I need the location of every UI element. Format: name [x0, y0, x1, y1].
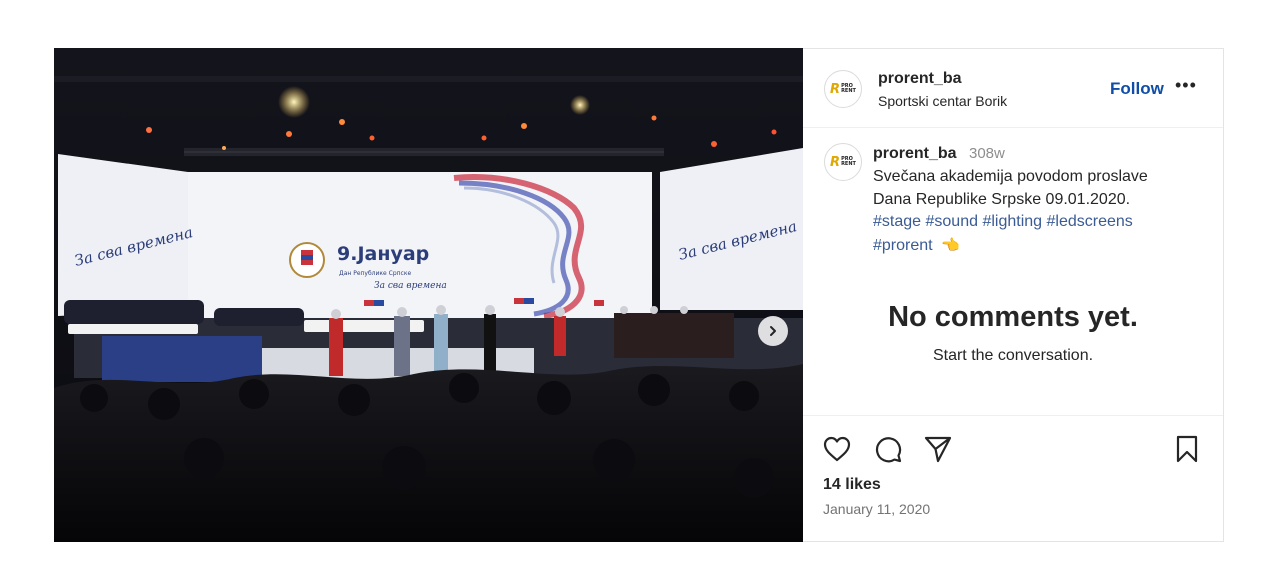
caption-text-line2: Dana Republike Srpske 09.01.2020. — [873, 191, 1131, 208]
post-date[interactable]: January 11, 2020 — [823, 501, 930, 517]
stage-subtitle-text: Дан Републике Српске — [339, 270, 411, 277]
hashtag-link[interactable]: #ledscreens — [1047, 213, 1133, 230]
hashtag-link[interactable]: #lighting — [982, 213, 1042, 230]
share-button[interactable] — [922, 433, 954, 465]
post-header: R PRO RENT prorent_ba Sportski centar Bo… — [803, 49, 1223, 128]
post-side-panel: R PRO RENT prorent_ba Sportski centar Bo… — [803, 48, 1224, 542]
logo-mark: R — [830, 81, 841, 97]
avatar[interactable]: R PRO RENT — [824, 70, 862, 108]
header-location[interactable]: Sportski centar Borik — [878, 93, 1007, 109]
logo-mark: R — [830, 154, 841, 170]
save-button[interactable] — [1171, 433, 1203, 465]
chevron-right-icon — [770, 326, 776, 336]
more-options-icon[interactable]: ••• — [1175, 75, 1197, 96]
logo-wordmark: PRO RENT — [841, 156, 856, 167]
hashtag-link[interactable]: #prorent — [873, 237, 933, 254]
post-photo[interactable]: 9.Јануар Дан Републике Српске За сва вре… — [54, 48, 803, 542]
hashtag-link[interactable]: #sound — [926, 213, 979, 230]
comment-icon — [875, 437, 902, 463]
likes-count[interactable]: 14 likes — [823, 476, 881, 494]
share-icon — [924, 436, 952, 463]
caption-text-line1: Svečana akademija povodom proslave — [873, 168, 1148, 185]
bookmark-icon — [1176, 435, 1198, 463]
caption-username[interactable]: prorent_ba — [873, 145, 957, 163]
stage-title-text: 9.Јануар — [337, 243, 429, 265]
caption-time[interactable]: 308w — [969, 145, 1005, 162]
caption-hashtags-row2: #prorent 👈 — [873, 236, 960, 255]
heart-icon — [823, 436, 851, 462]
stage-photo-illustration: 9.Јануар Дан Републике Српске За сва вре… — [54, 48, 803, 542]
hashtag-link[interactable]: #stage — [873, 213, 921, 230]
follow-button[interactable]: Follow — [1110, 79, 1164, 99]
no-comments-subtitle: Start the conversation. — [932, 347, 1094, 364]
pointing-hand-icon: 👈 — [941, 237, 960, 254]
like-button[interactable] — [821, 433, 853, 465]
stage-script-text: За сва времена — [374, 281, 447, 291]
logo-wordmark: PRO RENT — [841, 83, 856, 94]
caption-hashtags: #stage #sound #lighting #ledscreens — [873, 213, 1133, 231]
no-comments-title: No comments yet. — [888, 301, 1138, 333]
divider — [803, 415, 1223, 416]
header-username[interactable]: prorent_ba — [878, 70, 962, 88]
comment-button[interactable] — [872, 433, 904, 465]
caption-avatar[interactable]: R PRO RENT — [824, 143, 862, 181]
next-photo-button[interactable] — [758, 316, 788, 346]
